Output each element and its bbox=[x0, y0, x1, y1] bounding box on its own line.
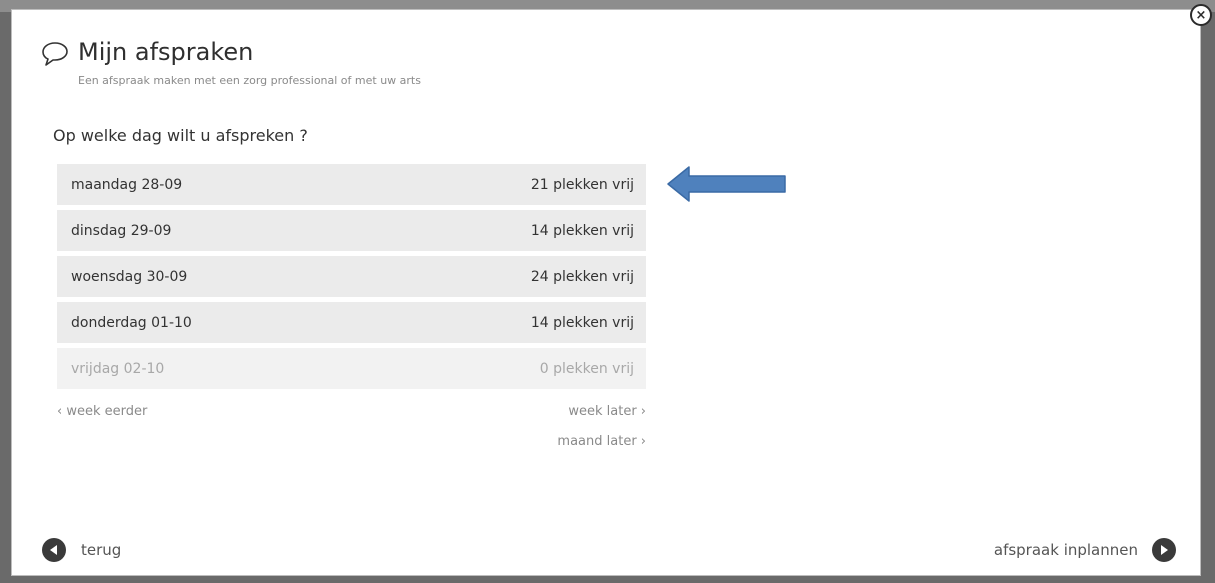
slots-label: 14 plekken vrij bbox=[530, 314, 634, 331]
day-label: vrijdag 02-10 bbox=[71, 360, 165, 377]
day-row-tuesday[interactable]: dinsdag 29-09 14 plekken vrij bbox=[57, 210, 646, 251]
back-label: terug bbox=[81, 541, 122, 559]
close-icon: × bbox=[1195, 7, 1207, 23]
schedule-label: afspraak inplannen bbox=[993, 541, 1138, 559]
day-label: woensdag 30-09 bbox=[71, 268, 188, 285]
day-label: donderdag 01-10 bbox=[71, 314, 192, 331]
slots-label: 0 plekken vrij bbox=[539, 360, 634, 377]
back-button[interactable]: terug bbox=[42, 538, 121, 562]
day-row-monday[interactable]: maandag 28-09 21 plekken vrij bbox=[57, 164, 646, 205]
chat-bubble-icon bbox=[42, 42, 68, 66]
arrow-left-circle-icon bbox=[42, 538, 66, 562]
week-later-link[interactable]: week later › bbox=[568, 404, 646, 419]
day-question: Op welke dag wilt u afspreken ? bbox=[53, 126, 308, 145]
day-row-friday: vrijdag 02-10 0 plekken vrij bbox=[57, 348, 646, 389]
month-later-link[interactable]: maand later › bbox=[557, 434, 646, 449]
day-list: maandag 28-09 21 plekken vrij dinsdag 29… bbox=[57, 164, 646, 394]
slots-label: 24 plekken vrij bbox=[530, 268, 634, 285]
close-button[interactable]: × bbox=[1190, 4, 1212, 26]
week-earlier-link[interactable]: ‹ week eerder bbox=[57, 404, 147, 419]
dialog-subtitle: Een afspraak maken met een zorg professi… bbox=[78, 74, 421, 87]
slots-label: 21 plekken vrij bbox=[530, 176, 634, 193]
arrow-right-circle-icon bbox=[1152, 538, 1176, 562]
day-row-wednesday[interactable]: woensdag 30-09 24 plekken vrij bbox=[57, 256, 646, 297]
appointments-dialog: Mijn afspraken Een afspraak maken met ee… bbox=[11, 9, 1201, 576]
schedule-appointment-button[interactable]: afspraak inplannen bbox=[994, 538, 1176, 562]
dialog-title: Mijn afspraken bbox=[78, 38, 254, 66]
day-label: dinsdag 29-09 bbox=[71, 222, 172, 239]
slots-label: 14 plekken vrij bbox=[530, 222, 634, 239]
day-row-thursday[interactable]: donderdag 01-10 14 plekken vrij bbox=[57, 302, 646, 343]
left-arrow-annotation bbox=[667, 166, 786, 202]
day-label: maandag 28-09 bbox=[71, 176, 183, 193]
